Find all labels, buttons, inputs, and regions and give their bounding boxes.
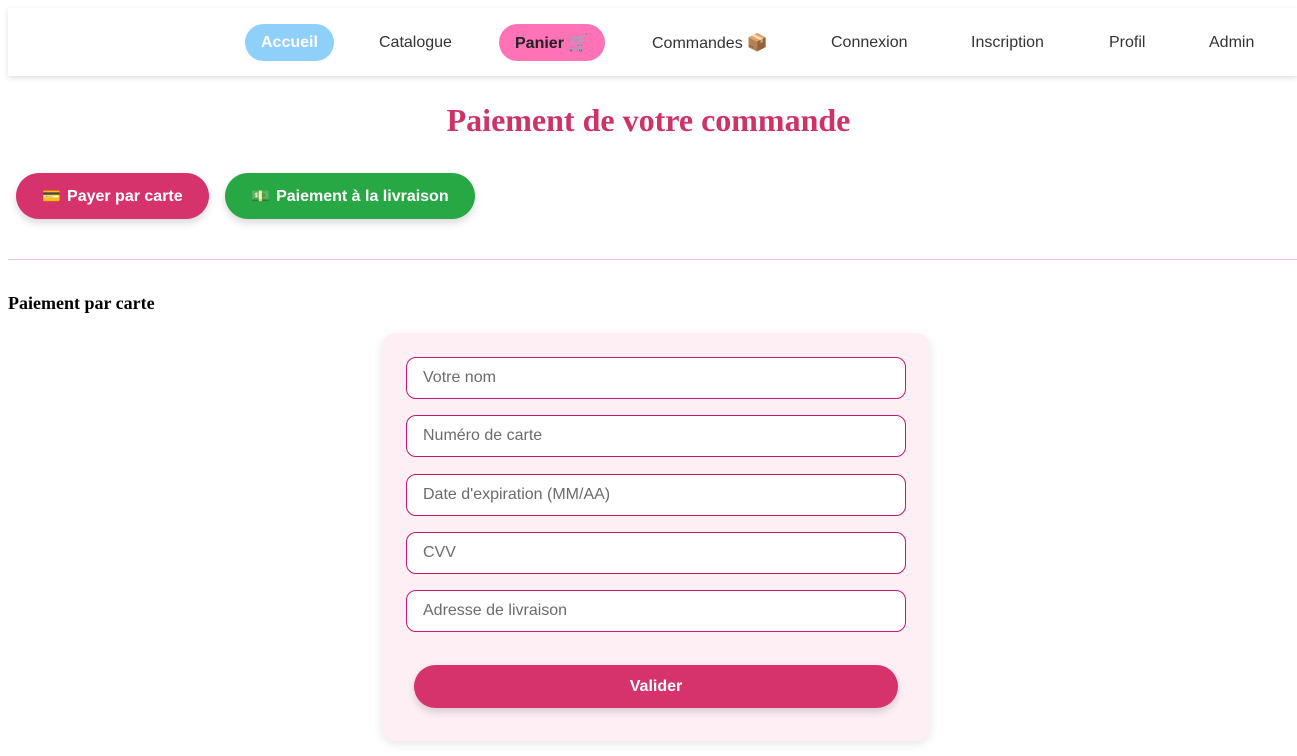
- pay-by-card-button[interactable]: 💳 Payer par carte: [16, 173, 209, 219]
- name-field[interactable]: [406, 357, 906, 399]
- cash-on-delivery-label: Paiement à la livraison: [276, 187, 449, 205]
- nav-item-admin[interactable]: Admin: [1209, 24, 1254, 61]
- nav-item-catalogue[interactable]: Catalogue: [379, 24, 452, 61]
- delivery-address-field[interactable]: [406, 590, 906, 632]
- card-payment-form: Valider: [382, 333, 930, 741]
- nav-item-label: Connexion: [831, 34, 908, 51]
- top-navbar: Accueil Catalogue Panier 🛒 Commandes 📦 Con…: [8, 8, 1297, 76]
- nav-item-accueil[interactable]: Accueil: [245, 24, 334, 61]
- cvv-field[interactable]: [406, 532, 906, 574]
- package-icon: 📦: [746, 33, 768, 52]
- cart-icon: 🛒: [567, 33, 590, 52]
- section-divider: [8, 259, 1297, 260]
- nav-item-label: Catalogue: [379, 34, 452, 51]
- section-heading: Paiement par carte: [8, 293, 155, 313]
- nav-item-panier[interactable]: Panier 🛒: [499, 24, 606, 61]
- cash-on-delivery-button[interactable]: 💵 Paiement à la livraison: [225, 173, 475, 219]
- nav-item-label: Accueil: [261, 34, 318, 51]
- nav-item-label: Admin: [1209, 34, 1255, 51]
- card-number-field[interactable]: [406, 415, 906, 457]
- nav-item-label: Panier: [515, 35, 564, 52]
- nav-item-commandes[interactable]: Commandes 📦: [652, 24, 768, 61]
- page-title: Paiement de votre commande: [446, 102, 851, 138]
- nav-item-label: Commandes: [652, 35, 743, 52]
- validate-button[interactable]: Valider: [414, 665, 898, 708]
- nav-item-profil[interactable]: Profil: [1109, 24, 1145, 61]
- nav-item-inscription[interactable]: Inscription: [971, 24, 1044, 61]
- nav-item-label: Profil: [1109, 34, 1146, 51]
- banknote-icon: 💵: [251, 187, 271, 205]
- expiry-date-field[interactable]: [406, 474, 906, 516]
- pay-by-card-label: Payer par carte: [67, 187, 183, 205]
- credit-card-icon: 💳: [42, 187, 62, 205]
- nav-item-connexion[interactable]: Connexion: [831, 24, 908, 61]
- nav-item-label: Inscription: [971, 34, 1044, 51]
